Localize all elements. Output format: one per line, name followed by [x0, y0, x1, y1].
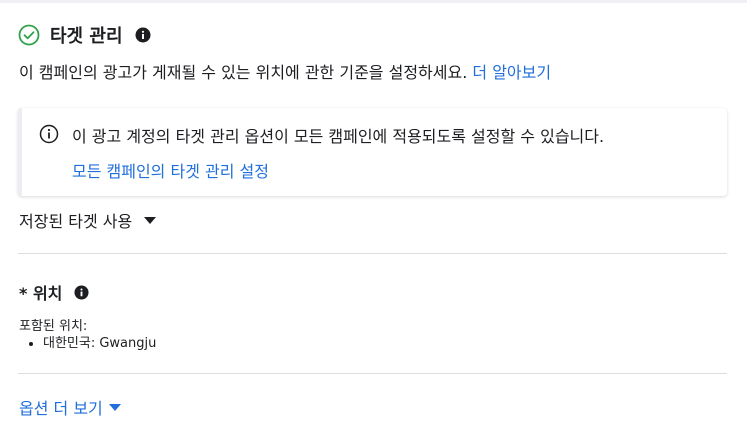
notice-text: 이 광고 계정의 타겟 관리 옵션이 모든 캠페인에 적용되도록 설정할 수 있…: [72, 127, 605, 146]
learn-more-link[interactable]: 더 알아보기: [472, 63, 551, 82]
section-header: 타겟 관리: [18, 22, 151, 48]
divider: [18, 253, 727, 254]
info-icon[interactable]: [74, 284, 89, 300]
location-list: 대한민국: Gwangju: [19, 335, 156, 353]
top-border: [0, 0, 747, 3]
saved-targets-label: 저장된 타겟 사용: [19, 212, 133, 231]
saved-targets-dropdown[interactable]: 저장된 타겟 사용: [19, 208, 157, 232]
location-title: * 위치: [19, 284, 63, 303]
more-options-label: 옵션 더 보기: [19, 399, 103, 418]
all-campaigns-settings-link[interactable]: 모든 캠페인의 타겟 관리 설정: [72, 158, 269, 182]
page-title: 타겟 관리: [50, 26, 123, 47]
section-description: 이 캠페인의 광고가 게재될 수 있는 위치에 관한 기준을 설정하세요. 더 …: [19, 59, 551, 83]
list-item: 대한민국: Gwangju: [43, 335, 156, 353]
more-options-button[interactable]: 옵션 더 보기: [19, 395, 121, 419]
included-locations-label: 포함된 위치:: [19, 319, 88, 334]
description-text: 이 캠페인의 광고가 게재될 수 있는 위치에 관한 기준을 설정하세요.: [19, 63, 468, 82]
check-circle-icon: [18, 24, 40, 46]
divider: [18, 373, 727, 374]
caret-down-icon: [144, 216, 157, 224]
location-header: * 위치: [19, 280, 89, 304]
info-outline-icon: [39, 124, 59, 144]
caret-down-icon: [108, 403, 121, 411]
info-icon[interactable]: [135, 27, 151, 43]
notice-box: 이 광고 계정의 타겟 관리 옵션이 모든 캠페인에 적용되도록 설정할 수 있…: [18, 108, 727, 196]
